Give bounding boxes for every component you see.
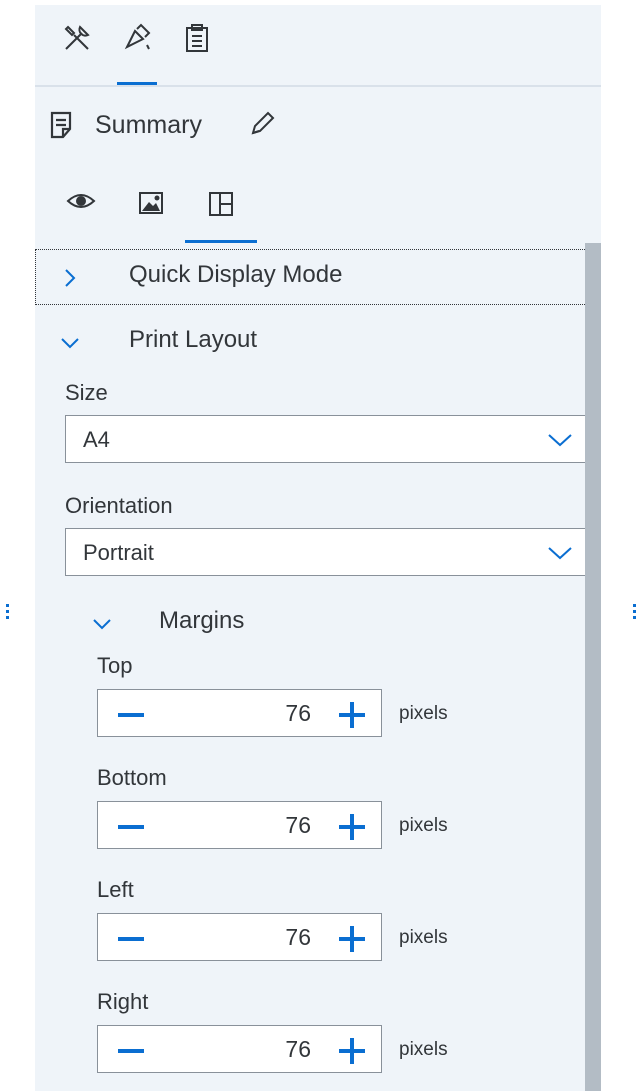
orientation-select[interactable]: Portrait	[65, 528, 590, 576]
plus-icon[interactable]	[337, 1036, 367, 1066]
minus-icon[interactable]	[116, 1038, 146, 1062]
summary-row: Summary	[35, 105, 601, 145]
orientation-value: Portrait	[83, 540, 154, 565]
right-resize-grip[interactable]	[633, 604, 637, 626]
top-toolbar	[35, 5, 601, 87]
margin-bottom-stepper[interactable]: 76	[97, 801, 382, 849]
margin-bottom-value[interactable]: 76	[285, 812, 311, 839]
margins-label: Margins	[159, 607, 245, 634]
margins-header[interactable]: Margins	[35, 595, 601, 651]
chevron-down-icon	[548, 434, 572, 447]
margin-top-stepper[interactable]: 76	[97, 689, 382, 737]
summary-label: Summary	[95, 111, 202, 139]
side-panel: Summary Quick Display Mode Print Layout …	[35, 5, 601, 1091]
print-layout-label: Print Layout	[129, 326, 258, 353]
plus-icon[interactable]	[337, 812, 367, 842]
margin-right-stepper[interactable]: 76	[97, 1025, 382, 1073]
margin-right-unit: pixels	[399, 1039, 448, 1060]
properties-button[interactable]	[173, 23, 221, 83]
size-value: A4	[83, 427, 110, 452]
minus-icon[interactable]	[116, 814, 146, 838]
paintbrush-icon	[124, 23, 151, 50]
format-button[interactable]	[113, 23, 161, 85]
quick-display-label: Quick Display Mode	[129, 261, 343, 288]
margin-left-stepper[interactable]: 76	[97, 913, 382, 961]
quick-display-header[interactable]: Quick Display Mode	[35, 249, 601, 305]
chevron-right-icon	[65, 269, 76, 287]
content-area: Quick Display Mode Print Layout Size A4 …	[35, 243, 601, 1091]
document-icon	[49, 111, 73, 144]
eye-icon	[66, 194, 96, 208]
layout-icon	[209, 192, 233, 216]
pencil-icon[interactable]	[249, 111, 275, 142]
margin-top-label: Top	[97, 653, 133, 678]
print-layout-header[interactable]: Print Layout	[35, 314, 601, 370]
clipboard-icon	[186, 24, 208, 52]
plus-icon[interactable]	[337, 924, 367, 954]
chevron-down-icon	[61, 338, 79, 349]
orientation-label: Orientation	[65, 493, 173, 518]
margin-right-label: Right	[97, 989, 149, 1014]
view-tab-preview[interactable]	[45, 191, 117, 241]
minus-icon[interactable]	[116, 926, 146, 950]
view-tab-image[interactable]	[115, 191, 187, 241]
tools-icon	[64, 25, 90, 50]
margin-bottom-unit: pixels	[399, 815, 448, 836]
left-resize-grip[interactable]	[6, 604, 10, 626]
view-toolbar	[35, 181, 601, 243]
margin-left-unit: pixels	[399, 927, 448, 948]
margin-right-value[interactable]: 76	[285, 1036, 311, 1063]
margin-left-label: Left	[97, 877, 134, 902]
margin-bottom-label: Bottom	[97, 765, 167, 790]
chevron-down-icon	[548, 547, 572, 560]
scrollbar[interactable]	[585, 243, 601, 1091]
tools-button[interactable]	[53, 23, 101, 83]
margin-left-value[interactable]: 76	[285, 924, 311, 951]
size-select[interactable]: A4	[65, 415, 590, 463]
margin-top-unit: pixels	[399, 703, 448, 724]
margin-top-value[interactable]: 76	[285, 700, 311, 727]
size-label: Size	[65, 380, 108, 405]
plus-icon[interactable]	[337, 700, 367, 730]
image-icon	[139, 192, 163, 214]
view-tab-layout[interactable]	[185, 191, 257, 243]
chevron-down-icon	[93, 619, 111, 630]
minus-icon[interactable]	[116, 702, 146, 726]
